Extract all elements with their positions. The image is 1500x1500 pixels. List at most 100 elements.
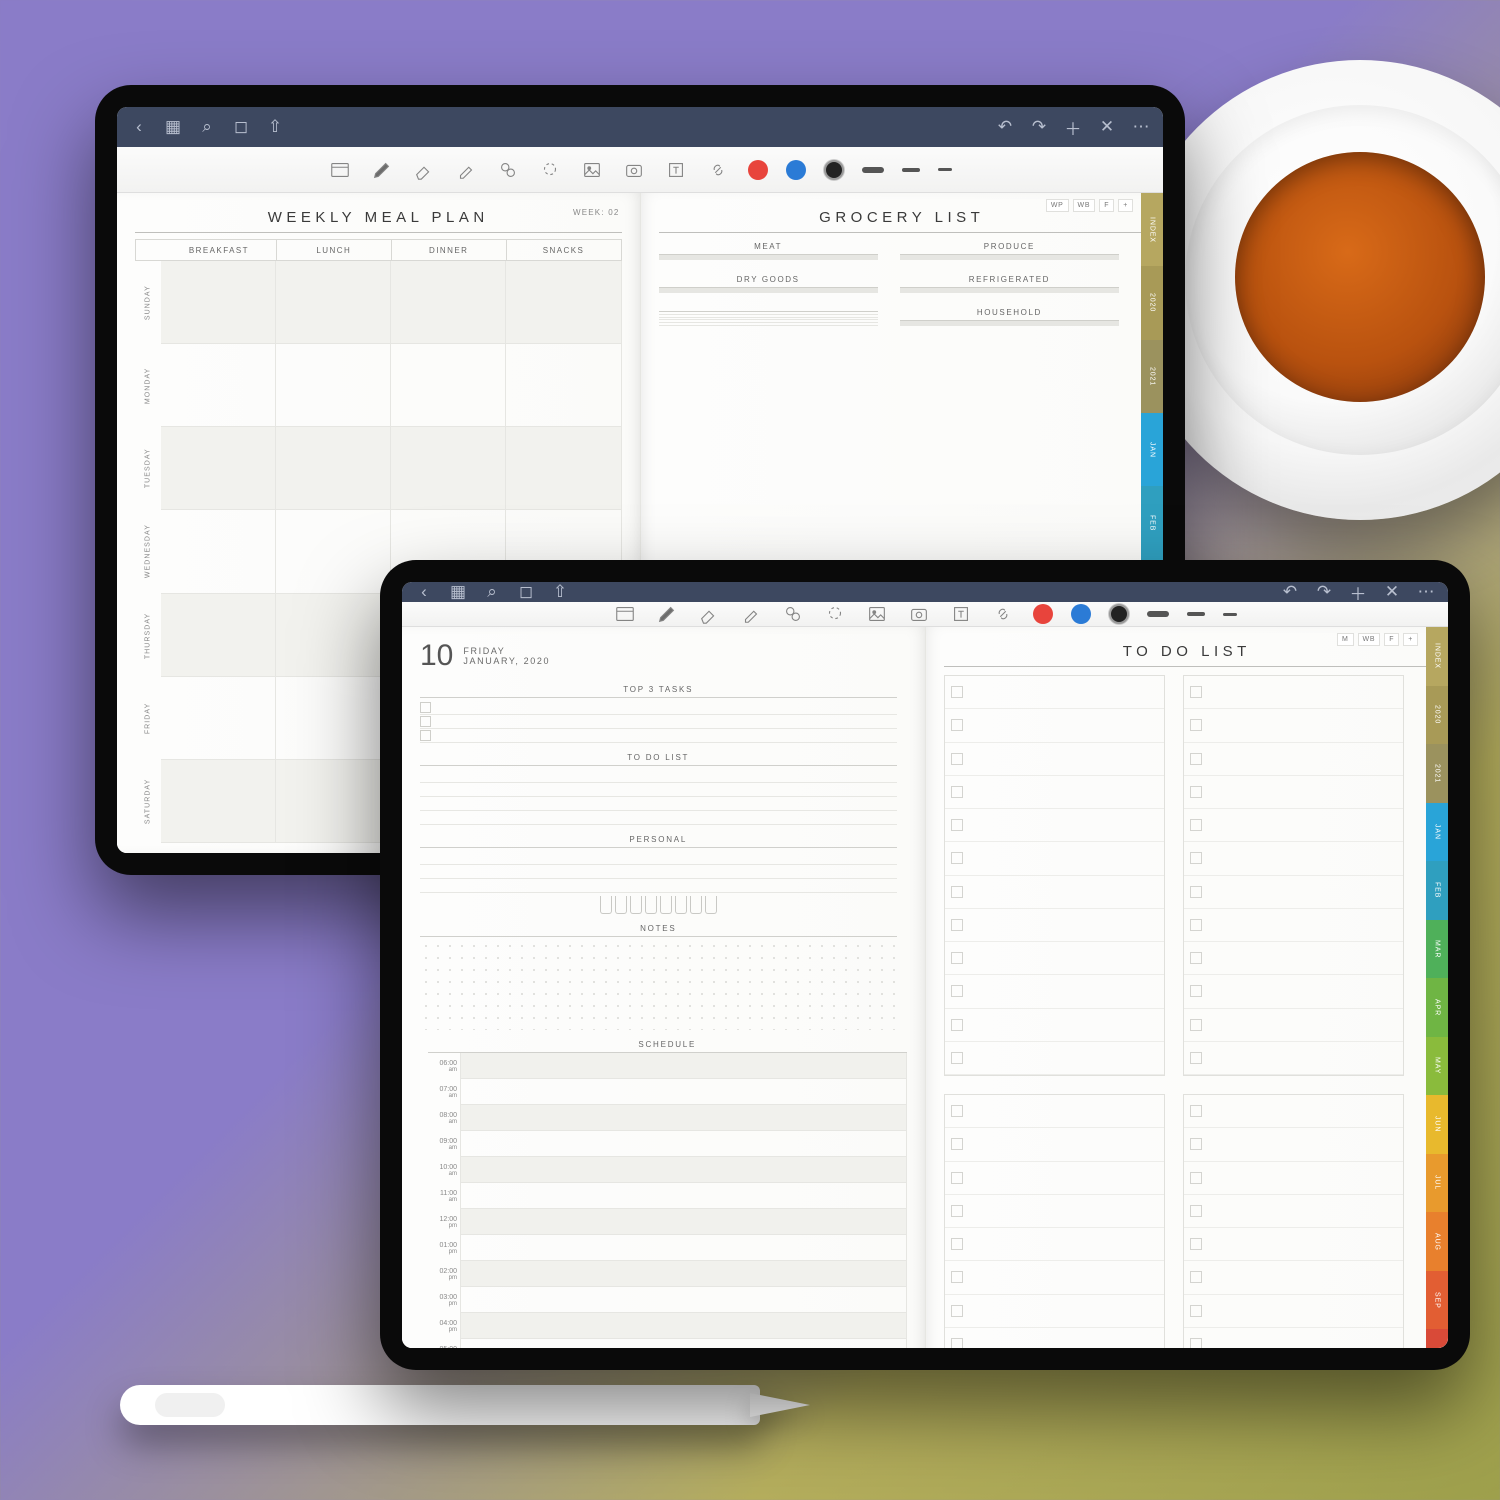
side-tab[interactable]: 2020 — [1426, 686, 1448, 745]
color-red[interactable] — [1033, 604, 1053, 624]
todo-row[interactable] — [945, 909, 1164, 942]
readonly-icon[interactable] — [328, 158, 352, 182]
highlighter-icon[interactable] — [739, 602, 763, 626]
redo-icon[interactable]: ↷ — [1029, 117, 1049, 137]
add-icon[interactable]: ＋ — [1063, 117, 1083, 137]
stroke-large[interactable] — [1147, 611, 1169, 617]
meal-cell[interactable] — [161, 677, 276, 760]
search-icon[interactable]: ⌕ — [482, 582, 502, 602]
todo-row[interactable] — [945, 709, 1164, 742]
todo-row[interactable] — [1184, 1162, 1403, 1195]
schedule-cell[interactable] — [460, 1157, 907, 1183]
schedule-row[interactable]: 03:00pm — [428, 1287, 907, 1313]
meal-cell[interactable] — [391, 344, 506, 427]
meal-cell[interactable] — [506, 427, 621, 510]
todo-row[interactable] — [945, 842, 1164, 875]
grocery-box[interactable]: REFRIGERATED — [900, 272, 1119, 293]
side-tab[interactable]: OCT — [1426, 1329, 1448, 1348]
side-tab[interactable]: JAN — [1141, 413, 1163, 486]
schedule-row[interactable]: 05:00pm — [428, 1339, 907, 1348]
todo-row[interactable] — [1184, 1128, 1403, 1161]
todo-row[interactable] — [1184, 743, 1403, 776]
eraser-icon[interactable] — [697, 602, 721, 626]
corner-nav-button[interactable]: F — [1384, 633, 1399, 646]
share-icon[interactable]: ⇧ — [265, 117, 285, 137]
meal-cell[interactable] — [161, 427, 276, 510]
readonly-icon[interactable] — [613, 602, 637, 626]
todo-row[interactable] — [945, 743, 1164, 776]
schedule-row[interactable]: 12:00pm — [428, 1209, 907, 1235]
schedule-cell[interactable] — [460, 1105, 907, 1131]
close-icon[interactable]: ✕ — [1382, 582, 1402, 602]
todo-row[interactable] — [1184, 975, 1403, 1008]
grocery-box[interactable] — [659, 305, 878, 326]
schedule-row[interactable]: 06:00am — [428, 1053, 907, 1079]
meal-cell[interactable] — [161, 261, 276, 344]
corner-nav-button[interactable]: F — [1099, 199, 1114, 212]
side-tab[interactable]: JAN — [1426, 803, 1448, 862]
meal-cell[interactable] — [276, 427, 391, 510]
image-icon[interactable] — [865, 602, 889, 626]
schedule-row[interactable]: 01:00pm — [428, 1235, 907, 1261]
link-icon[interactable] — [706, 158, 730, 182]
search-icon[interactable]: ⌕ — [197, 117, 217, 137]
corner-nav-button[interactable]: + — [1118, 199, 1133, 212]
todo-row[interactable] — [945, 1009, 1164, 1042]
side-tab[interactable]: FEB — [1141, 486, 1163, 559]
todo-row[interactable] — [1184, 1009, 1403, 1042]
meal-cell[interactable] — [276, 344, 391, 427]
meal-cell[interactable] — [161, 760, 276, 843]
schedule-row[interactable]: 10:00am — [428, 1157, 907, 1183]
text-icon[interactable] — [664, 158, 688, 182]
todo-box[interactable] — [1183, 1094, 1404, 1348]
back-icon[interactable]: ‹ — [129, 117, 149, 137]
todo-row[interactable] — [945, 1295, 1164, 1328]
side-tab[interactable]: MAR — [1426, 920, 1448, 979]
meal-cell[interactable] — [391, 427, 506, 510]
shapes-icon[interactable] — [781, 602, 805, 626]
schedule-cell[interactable] — [460, 1209, 907, 1235]
section-personal[interactable]: PERSONAL — [420, 835, 897, 914]
todo-grid[interactable] — [944, 675, 1431, 1348]
shapes-icon[interactable] — [496, 158, 520, 182]
meal-cell[interactable] — [276, 760, 391, 843]
side-tab[interactable]: 2021 — [1426, 744, 1448, 803]
share-icon[interactable]: ⇧ — [550, 582, 570, 602]
color-blue[interactable] — [1071, 604, 1091, 624]
pen-icon[interactable] — [370, 158, 394, 182]
schedule-row[interactable]: 09:00am — [428, 1131, 907, 1157]
meal-cell[interactable] — [161, 344, 276, 427]
highlighter-icon[interactable] — [454, 158, 478, 182]
text-icon[interactable] — [949, 602, 973, 626]
grocery-box[interactable]: MEAT — [659, 239, 878, 260]
schedule-cell[interactable] — [460, 1079, 907, 1105]
todo-row[interactable] — [945, 1162, 1164, 1195]
meal-row[interactable]: MONDAY — [135, 344, 622, 427]
more-icon[interactable]: ⋯ — [1416, 582, 1436, 602]
todo-row[interactable] — [945, 942, 1164, 975]
side-tab[interactable]: FEB — [1426, 861, 1448, 920]
schedule-cell[interactable] — [460, 1053, 907, 1079]
redo-icon[interactable]: ↷ — [1314, 582, 1334, 602]
todo-box[interactable] — [944, 1094, 1165, 1348]
pen-icon[interactable] — [655, 602, 679, 626]
todo-row[interactable] — [1184, 942, 1403, 975]
bookmark-icon[interactable]: ◻ — [516, 582, 536, 602]
grocery-box[interactable]: PRODUCE — [900, 239, 1119, 260]
corner-nav-button[interactable]: WB — [1358, 633, 1381, 646]
grid-icon[interactable]: ▦ — [448, 582, 468, 602]
schedule-cell[interactable] — [460, 1287, 907, 1313]
color-black[interactable] — [1109, 604, 1129, 624]
camera-icon[interactable] — [622, 158, 646, 182]
undo-icon[interactable]: ↶ — [995, 117, 1015, 137]
todo-row[interactable] — [945, 1042, 1164, 1075]
schedule-row[interactable]: 07:00am — [428, 1079, 907, 1105]
section-top3[interactable]: TOP 3 TASKS — [420, 685, 897, 743]
more-icon[interactable]: ⋯ — [1131, 117, 1151, 137]
stroke-small[interactable] — [938, 168, 952, 171]
section-notes[interactable]: NOTES — [420, 924, 897, 1030]
todo-row[interactable] — [945, 975, 1164, 1008]
schedule-cell[interactable] — [460, 1313, 907, 1339]
meal-cell[interactable] — [276, 594, 391, 677]
schedule-row[interactable]: 04:00pm — [428, 1313, 907, 1339]
